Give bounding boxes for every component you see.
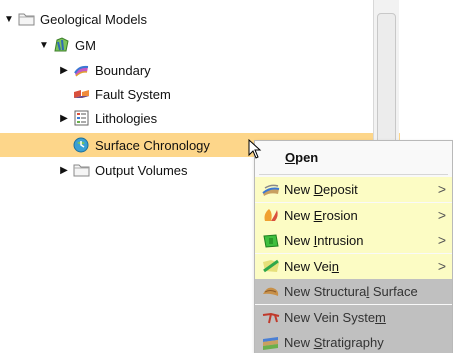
context-menu: Open New Deposit > New Erosion > New Intrusi… bbox=[254, 140, 453, 353]
menu-item-text: New bbox=[284, 335, 314, 350]
menu-item-new-erosion[interactable]: New Erosion > bbox=[255, 202, 452, 228]
menu-item-new-deposit[interactable]: New Deposit > bbox=[255, 177, 452, 202]
tree-item-label: Boundary bbox=[95, 62, 151, 78]
expanded-triangle-icon[interactable]: ▼ bbox=[3, 13, 15, 25]
tree-item-boundary[interactable]: ▶ Boundary bbox=[58, 58, 151, 82]
vein-system-icon bbox=[261, 309, 281, 325]
mnemonic: O bbox=[285, 150, 296, 165]
collapsed-triangle-icon[interactable]: ▶ bbox=[58, 164, 70, 176]
menu-item-label: New Erosion bbox=[284, 208, 358, 223]
tree-item-lithologies[interactable]: ▶ Lithologies bbox=[58, 106, 157, 130]
menu-item-text: tratigraphy bbox=[322, 335, 384, 350]
tree-item-label: Lithologies bbox=[95, 110, 158, 126]
menu-item-text: New Structura bbox=[284, 284, 367, 299]
collapsed-triangle-icon[interactable]: ▶ bbox=[58, 112, 70, 124]
tree-item-label: GM bbox=[75, 37, 96, 53]
vein-icon bbox=[261, 258, 281, 274]
menu-item-text: Surface bbox=[369, 284, 418, 299]
menu-item-label: New Structural Surface bbox=[284, 284, 418, 299]
mnemonic: S bbox=[313, 335, 323, 350]
submenu-arrow-icon: > bbox=[437, 257, 446, 274]
menu-item-text: New bbox=[284, 233, 314, 248]
intrusion-icon bbox=[261, 233, 281, 249]
menu-separator bbox=[259, 174, 448, 175]
menu-item-text: New bbox=[284, 207, 314, 223]
menu-item-label: New Vein bbox=[284, 259, 339, 274]
menu-item-text: New Vei bbox=[284, 258, 332, 274]
mnemonic: E bbox=[313, 207, 323, 223]
mouse-cursor-icon bbox=[248, 139, 262, 159]
menu-item-label: New Stratigraphy bbox=[284, 335, 384, 350]
stratigraphy-icon bbox=[261, 335, 281, 351]
menu-item-text: ntrusion bbox=[317, 233, 364, 248]
tree-item-surface-chronology[interactable]: Surface Chronology bbox=[73, 133, 210, 157]
tree-item-label: Output Volumes bbox=[95, 162, 188, 178]
tree-item-label: Surface Chronology bbox=[95, 137, 210, 153]
menu-item-label: Open bbox=[285, 150, 318, 165]
menu-item-text: pen bbox=[295, 150, 319, 165]
tree-item-gm[interactable]: ▼ GM bbox=[38, 33, 96, 57]
expanded-triangle-icon[interactable]: ▼ bbox=[38, 39, 50, 51]
collapsed-triangle-icon[interactable]: ▶ bbox=[58, 64, 70, 76]
menu-item-new-vein-system: New Vein System bbox=[255, 304, 452, 330]
structural-surface-icon bbox=[261, 284, 281, 300]
menu-item-text: eposit bbox=[323, 182, 358, 197]
surface-chronology-icon bbox=[73, 137, 90, 153]
mnemonic: D bbox=[313, 182, 324, 197]
menu-item-label: New Deposit bbox=[284, 182, 358, 197]
mnemonic: n bbox=[331, 258, 339, 274]
menu-item-new-structural-surface: New Structural Surface bbox=[255, 279, 452, 304]
boundary-icon bbox=[73, 62, 90, 78]
menu-item-label: New Vein System bbox=[284, 310, 386, 325]
menu-item-new-vein[interactable]: New Vein > bbox=[255, 253, 452, 279]
mnemonic: m bbox=[375, 309, 386, 325]
folder-icon bbox=[18, 11, 35, 27]
folder-icon bbox=[73, 162, 90, 178]
menu-item-new-stratigraphy: New Stratigraphy bbox=[255, 330, 452, 353]
fault-system-icon bbox=[73, 86, 90, 102]
menu-item-text: New Vein Syste bbox=[284, 309, 376, 325]
tree-item-fault-system[interactable]: Fault System bbox=[73, 82, 171, 106]
tree-item-output-volumes[interactable]: ▶ Output Volumes bbox=[58, 158, 188, 182]
menu-item-new-intrusion[interactable]: New Intrusion > bbox=[255, 228, 452, 253]
submenu-arrow-icon: > bbox=[437, 181, 446, 197]
geological-model-icon bbox=[53, 37, 70, 53]
tree-item-label: Fault System bbox=[95, 86, 171, 102]
deposit-icon bbox=[261, 182, 281, 198]
submenu-arrow-icon: > bbox=[437, 232, 446, 248]
submenu-arrow-icon: > bbox=[437, 206, 446, 223]
menu-item-text: rosion bbox=[322, 207, 358, 223]
menu-item-text: New bbox=[284, 182, 314, 197]
tree-item-geological-models[interactable]: ▼ Geological Models bbox=[3, 7, 147, 31]
menu-item-label: New Intrusion bbox=[284, 233, 364, 248]
tree-item-label: Geological Models bbox=[40, 11, 147, 27]
lithologies-list-icon bbox=[73, 110, 90, 126]
erosion-icon bbox=[261, 207, 281, 223]
menu-item-open[interactable]: Open bbox=[255, 145, 452, 170]
